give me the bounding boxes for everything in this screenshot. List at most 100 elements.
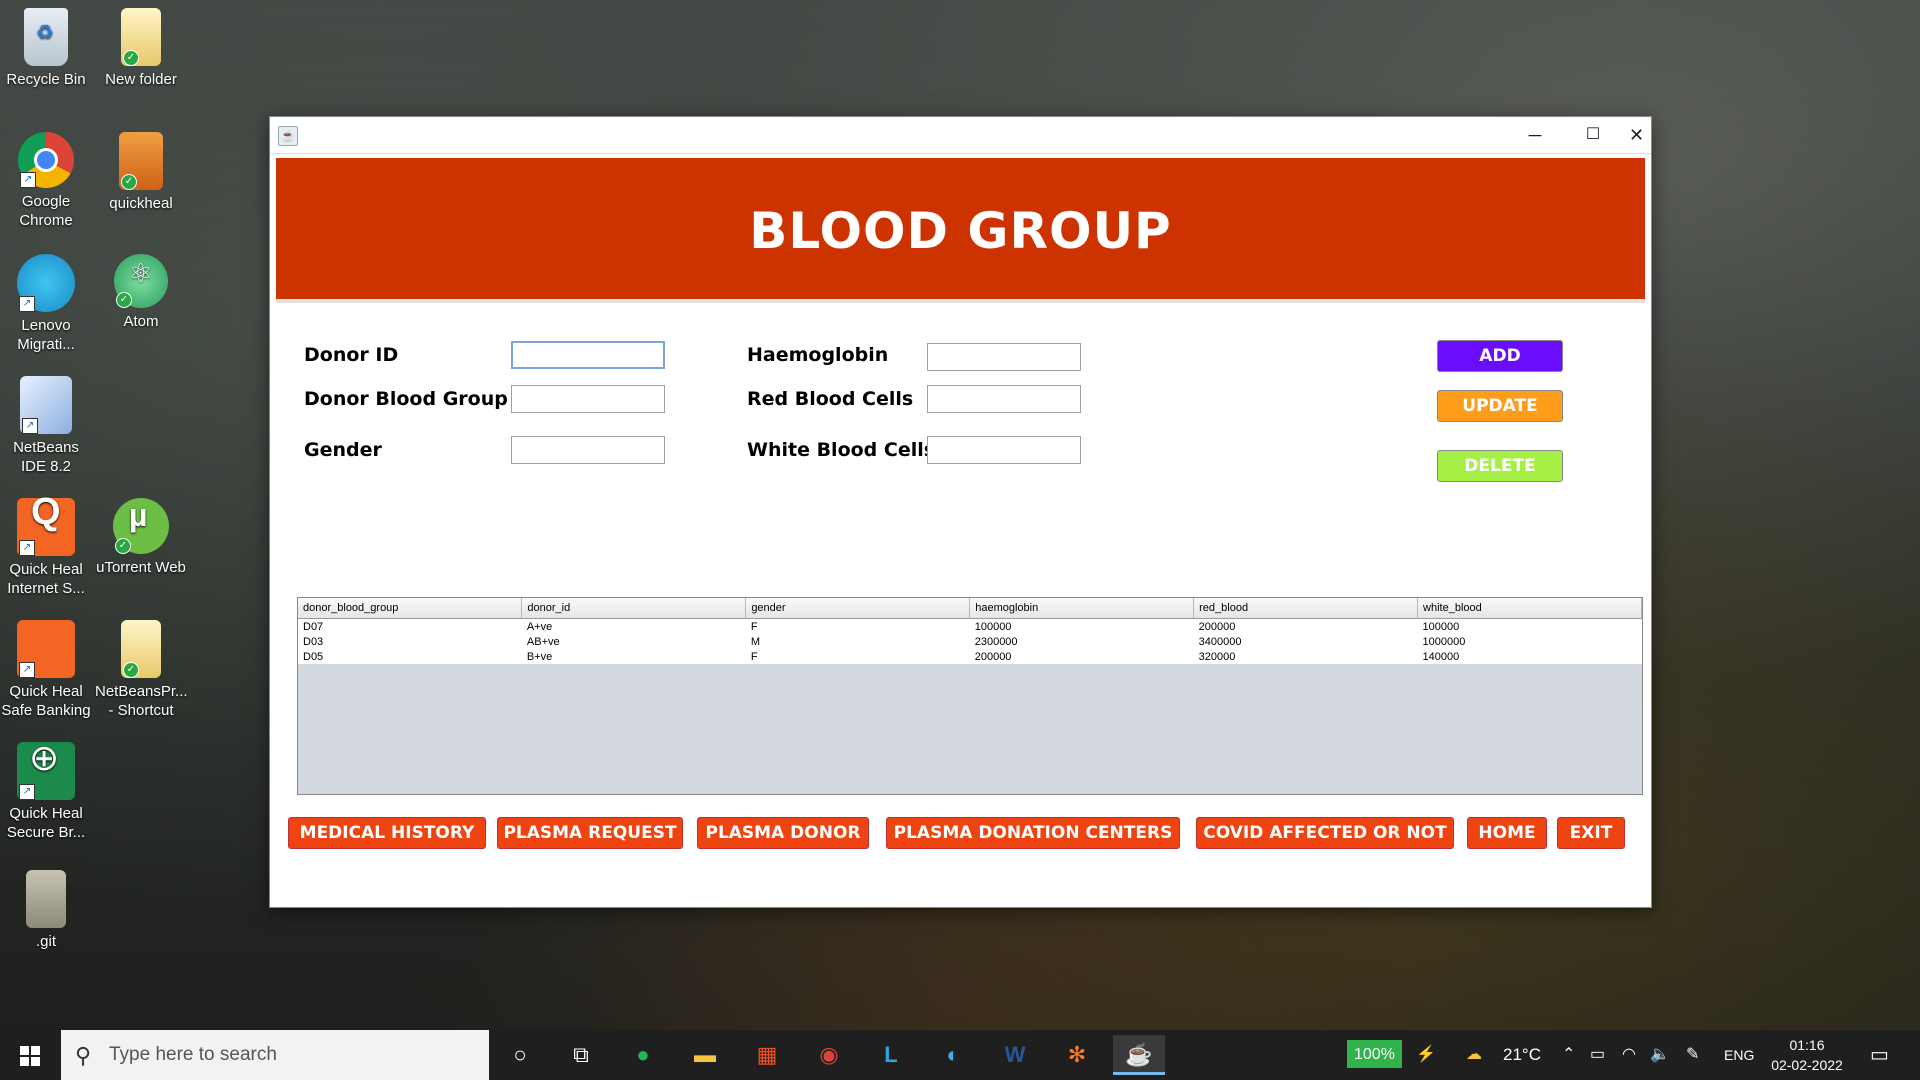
table-cell: M bbox=[745, 634, 970, 649]
netbeans-icon: ↗ bbox=[20, 376, 72, 434]
medical-history-button[interactable]: MEDICAL HISTORY bbox=[288, 817, 486, 849]
desktop-icon-atom[interactable]: ⚛ ✓ Atom bbox=[95, 254, 187, 331]
title-bar[interactable]: ☕ ─ ☐ ✕ bbox=[270, 117, 1651, 153]
desktop-icon-netbeans-project[interactable]: ✓ NetBeansPr... - Shortcut bbox=[95, 620, 188, 720]
desktop-icon-netbeans[interactable]: ↗ NetBeans IDE 8.2 bbox=[0, 376, 92, 476]
spotify-icon[interactable]: ● bbox=[617, 1035, 669, 1075]
app-content: BLOOD GROUP Donor ID Donor Blood Group G… bbox=[270, 153, 1651, 907]
desktop-icon-quick-heal-internet[interactable]: Q ↗ Quick Heal Internet S... bbox=[0, 493, 92, 598]
red-blood-cells-input[interactable] bbox=[927, 385, 1081, 413]
java-taskbar-icon[interactable]: ☕ bbox=[1113, 1035, 1165, 1075]
cortana-icon[interactable]: ○ bbox=[494, 1035, 546, 1075]
close-button[interactable]: ✕ bbox=[1622, 117, 1651, 153]
covid-affected-button[interactable]: COVID AFFECTED OR NOT bbox=[1196, 817, 1454, 849]
column-header[interactable]: donor_id bbox=[521, 598, 747, 619]
column-header[interactable]: white_blood bbox=[1417, 598, 1642, 619]
donor-id-label: Donor ID bbox=[304, 344, 399, 366]
clock-time: 01:16 bbox=[1789, 1037, 1825, 1053]
white-blood-cells-input[interactable] bbox=[927, 436, 1081, 464]
notification-icon[interactable]: ▭ bbox=[1870, 1030, 1889, 1080]
desktop-icon-recycle-bin[interactable]: ♻ Recycle Bin bbox=[0, 8, 92, 89]
table-row[interactable]: D05 B+ve F 200000 320000 140000 bbox=[298, 649, 1642, 664]
clock[interactable]: 01:16 02-02-2022 bbox=[1760, 1035, 1854, 1075]
shortcut-arrow-icon: ↗ bbox=[19, 540, 35, 556]
table-cell: F bbox=[745, 649, 970, 664]
donor-id-input[interactable] bbox=[511, 341, 665, 369]
gender-input[interactable] bbox=[511, 436, 665, 464]
page-title: BLOOD GROUP bbox=[749, 202, 1172, 260]
home-button[interactable]: HOME bbox=[1467, 817, 1547, 849]
battery-icon[interactable]: ▭ bbox=[1590, 1030, 1605, 1080]
column-header[interactable]: red_blood bbox=[1193, 598, 1419, 619]
plasma-donor-button[interactable]: PLASMA DONOR bbox=[697, 817, 869, 849]
column-header[interactable]: gender bbox=[745, 598, 971, 619]
minimize-button[interactable]: ─ bbox=[1506, 117, 1564, 153]
donor-blood-group-input[interactable] bbox=[511, 385, 665, 413]
red-blood-cells-label: Red Blood Cells bbox=[747, 388, 914, 410]
update-button[interactable]: UPDATE bbox=[1437, 390, 1563, 422]
plasma-donation-centers-button[interactable]: PLASMA DONATION CENTERS bbox=[886, 817, 1180, 849]
haemoglobin-input[interactable] bbox=[927, 343, 1081, 371]
table-cell: 320000 bbox=[1193, 649, 1418, 664]
gender-label: Gender bbox=[304, 439, 382, 461]
quickheal-icon: Q ↗ bbox=[17, 493, 75, 556]
table-cell: 1000000 bbox=[1417, 634, 1642, 649]
shortcut-arrow-icon: ↗ bbox=[19, 662, 35, 678]
table-header-row: donor_blood_group donor_id gender haemog… bbox=[298, 598, 1642, 619]
table-cell: D07 bbox=[298, 618, 522, 634]
atom-icon: ⚛ ✓ bbox=[114, 254, 168, 308]
file-explorer-icon[interactable]: ▬ bbox=[679, 1035, 731, 1075]
start-button[interactable] bbox=[0, 1030, 60, 1080]
edge-icon[interactable]: ◐ bbox=[927, 1035, 979, 1075]
temperature[interactable]: 21°C bbox=[1503, 1030, 1541, 1080]
desktop-icon-lenovo-migration[interactable]: ↗ Lenovo Migrati... bbox=[0, 254, 92, 354]
sync-check-icon: ✓ bbox=[116, 292, 132, 308]
wifi-icon[interactable]: ◠ bbox=[1622, 1030, 1636, 1080]
sync-check-icon: ✓ bbox=[121, 174, 137, 190]
desktop-icon-quickheal[interactable]: ✓ quickheal bbox=[95, 132, 187, 213]
column-header[interactable]: donor_blood_group bbox=[298, 598, 523, 619]
pen-icon[interactable]: ✎ bbox=[1686, 1030, 1699, 1080]
table-row[interactable]: D03 AB+ve M 2300000 3400000 1000000 bbox=[298, 634, 1642, 649]
header-banner: BLOOD GROUP bbox=[276, 158, 1645, 303]
desktop-icon-google-chrome[interactable]: ↗ Google Chrome bbox=[0, 132, 92, 230]
white-blood-cells-label: White Blood Cells bbox=[747, 439, 936, 461]
desktop-icon-safe-banking[interactable]: ↗ Quick Heal Safe Banking bbox=[0, 620, 92, 720]
table-cell: 3400000 bbox=[1193, 634, 1418, 649]
exit-button[interactable]: EXIT bbox=[1557, 817, 1625, 849]
xampp-icon[interactable]: ✻ bbox=[1051, 1035, 1103, 1075]
search-placeholder: Type here to search bbox=[109, 1044, 277, 1065]
add-button[interactable]: ADD bbox=[1437, 340, 1563, 372]
l-app-icon[interactable]: L bbox=[865, 1035, 917, 1075]
delete-button[interactable]: DELETE bbox=[1437, 450, 1563, 482]
desktop-icon-utorrent[interactable]: µ ✓ uTorrent Web bbox=[95, 498, 187, 577]
recycle-bin-icon: ♻ bbox=[24, 8, 68, 66]
desktop-icon-secure-browser[interactable]: ⊕ ↗ Quick Heal Secure Br... bbox=[0, 740, 92, 842]
table-cell: 100000 bbox=[969, 618, 1194, 634]
table-cell: D03 bbox=[298, 634, 522, 649]
utorrent-icon: µ ✓ bbox=[113, 498, 169, 554]
table-cell: A+ve bbox=[521, 618, 746, 634]
desktop-icon-new-folder[interactable]: ✓ New folder bbox=[95, 8, 187, 89]
clock-date: 02-02-2022 bbox=[1771, 1057, 1843, 1073]
weather-icon[interactable]: ☁ bbox=[1466, 1030, 1482, 1080]
chevron-up-icon[interactable]: ⌃ bbox=[1562, 1030, 1575, 1080]
battery-indicator[interactable]: 100% bbox=[1347, 1040, 1402, 1068]
task-view-icon[interactable]: ⧉ bbox=[555, 1035, 607, 1075]
table-cell: 100000 bbox=[1417, 618, 1642, 634]
chrome-taskbar-icon[interactable]: ◉ bbox=[803, 1035, 855, 1075]
taskbar-search[interactable]: ⚲ Type here to search bbox=[61, 1030, 489, 1080]
table-cell: 2300000 bbox=[969, 634, 1194, 649]
volume-icon[interactable]: 🔈 bbox=[1650, 1030, 1670, 1080]
word-icon[interactable]: W bbox=[989, 1035, 1041, 1075]
desktop-icon-git[interactable]: .git bbox=[0, 870, 92, 951]
language-indicator[interactable]: ENG bbox=[1724, 1030, 1754, 1080]
table-cell: 200000 bbox=[1193, 618, 1418, 634]
donor-table[interactable]: donor_blood_group donor_id gender haemog… bbox=[297, 597, 1643, 795]
microsoft-store-icon[interactable]: ▦ bbox=[741, 1035, 793, 1075]
maximize-button[interactable]: ☐ bbox=[1564, 117, 1622, 153]
table-row[interactable]: D07 A+ve F 100000 200000 100000 bbox=[298, 618, 1642, 634]
table-cell: 200000 bbox=[969, 649, 1194, 664]
column-header[interactable]: haemoglobin bbox=[969, 598, 1195, 619]
plasma-request-button[interactable]: PLASMA REQUEST bbox=[497, 817, 683, 849]
